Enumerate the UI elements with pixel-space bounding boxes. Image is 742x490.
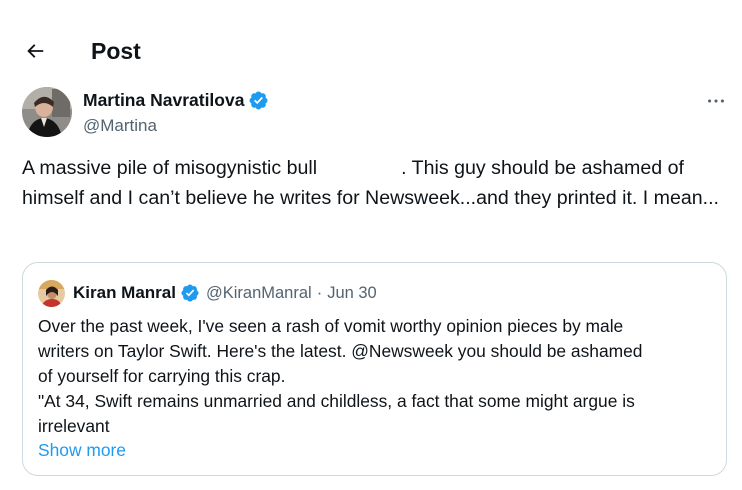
verified-badge-icon (249, 91, 268, 109)
quote-text-line: of yourself for carrying this crap. (38, 366, 286, 386)
quote-date: Jun 30 (327, 283, 377, 302)
arrow-left-icon (27, 44, 44, 58)
quote-text-line: "At 34, Swift remains unmarried and chil… (38, 391, 635, 411)
verified-badge-icon (181, 284, 199, 302)
quote-avatar (38, 280, 65, 307)
post-text-part1: A massive pile of misogynistic bull (22, 157, 318, 179)
avatar[interactable] (22, 87, 72, 137)
quote-author-name: Kiran Manral (73, 283, 176, 302)
author-row: Martina Navratilova (83, 88, 269, 112)
quote-text-line: writers on Taylor Swift. Here's the late… (38, 341, 643, 361)
more-options-button[interactable] (698, 88, 734, 114)
show-more-link[interactable]: Show more (38, 438, 126, 463)
author-handle[interactable]: @Martina (83, 114, 157, 138)
quote-separator: · (316, 283, 323, 302)
quoted-post[interactable]: Kiran Manral @KiranManral · Jun 30 Over … (22, 262, 727, 476)
quote-author-row: Kiran Manral @KiranManral · Jun 30 (73, 280, 377, 306)
post-text: A massive pile of misogynistic bull. Thi… (22, 154, 734, 213)
quote-text-line: Over the past week, I've seen a rash of … (38, 316, 624, 336)
back-button[interactable] (20, 36, 50, 66)
post-header: Post (0, 0, 742, 100)
quote-text-line: irrelevant (38, 416, 110, 436)
more-horizontal-icon (708, 99, 724, 103)
author-name[interactable]: Martina Navratilova (83, 88, 244, 112)
quote-author-handle: @KiranManral (205, 283, 312, 302)
quote-text: Over the past week, I've seen a rash of … (38, 314, 723, 439)
page-title: Post (91, 38, 141, 64)
